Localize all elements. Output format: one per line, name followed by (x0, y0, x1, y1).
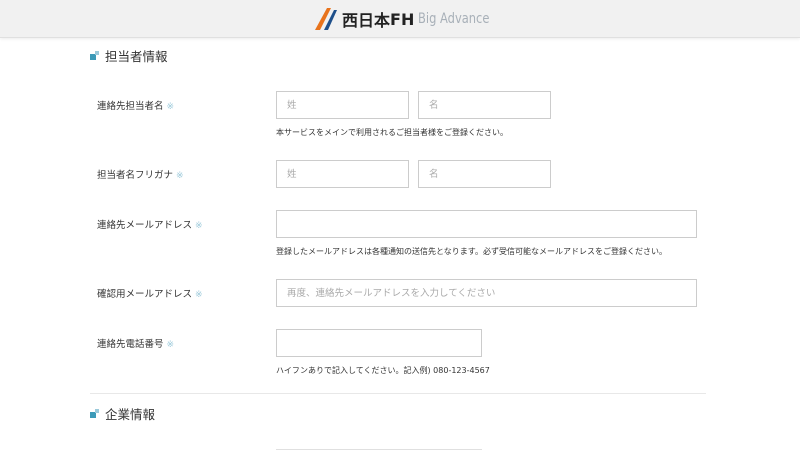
logo-mark-icon (315, 8, 337, 30)
section-bullet-icon (90, 408, 100, 419)
required-mark: ※ (195, 221, 203, 231)
email-confirm-label: 確認用メールアドレス ※ (97, 289, 203, 300)
logo-text-fh: FH (390, 9, 415, 29)
contact-kana-label: 担当者名フリガナ ※ (97, 170, 184, 181)
section-header-company: 企業情報 (90, 404, 155, 423)
phone-input[interactable] (276, 329, 482, 357)
required-mark: ※ (166, 102, 175, 112)
contact-name-label: 連絡先担当者名 ※ (97, 101, 175, 112)
phone-help: ハイフンありで記入してください。記入例) 080-123-4567 (276, 366, 490, 375)
email-label: 連絡先メールアドレス ※ (97, 220, 203, 231)
section-bullet-icon (90, 50, 100, 61)
email-help: 登録したメールアドレスは各種通知の送信先となります。必ず受信可能なメールアドレス… (276, 247, 667, 256)
logo-text-en: Big Advance (418, 11, 490, 27)
contact-name-help: 本サービスをメインで利用されるご担当者様をご登録ください。 (276, 128, 508, 137)
section-divider (90, 393, 706, 394)
header-bar: 西日本 FH Big Advance (0, 0, 800, 38)
required-mark: ※ (176, 171, 184, 181)
contact-first-name-input[interactable] (418, 91, 551, 119)
section-header-contact: 担当者情報 (90, 46, 168, 65)
logo-text-jp: 西日本 (342, 11, 391, 30)
kana-last-name-input[interactable] (276, 160, 409, 188)
section-title: 担当者情報 (105, 49, 168, 64)
required-mark: ※ (166, 340, 175, 350)
required-mark: ※ (195, 290, 203, 300)
email-confirm-input[interactable] (276, 279, 697, 307)
section-title: 企業情報 (105, 407, 156, 422)
phone-label: 連絡先電話番号 ※ (97, 339, 175, 350)
kana-first-name-input[interactable] (418, 160, 551, 188)
logo[interactable]: 西日本 FH Big Advance (313, 6, 505, 32)
email-input[interactable] (276, 210, 697, 238)
contact-last-name-input[interactable] (276, 91, 409, 119)
